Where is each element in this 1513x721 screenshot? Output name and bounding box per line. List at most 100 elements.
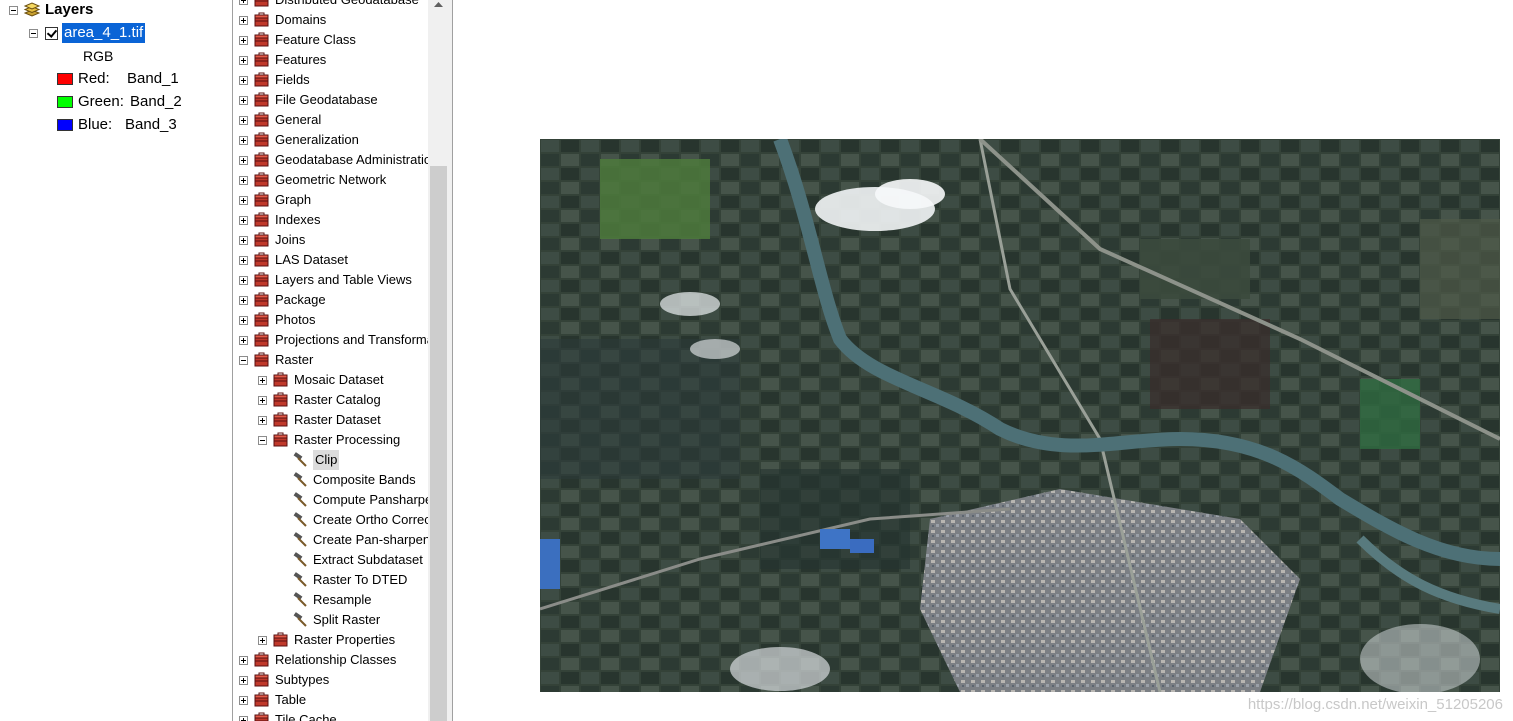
tree-item-label[interactable]: Raster Dataset [294,410,381,430]
expand-icon[interactable] [239,216,248,225]
toolbox-item[interactable]: Relationship Classes [233,650,428,670]
expand-icon[interactable] [239,156,248,165]
toolbox-item[interactable]: Tile Cache [233,710,428,721]
tree-item-label[interactable]: Raster Catalog [294,390,381,410]
vertical-scrollbar[interactable] [428,0,452,721]
tool-item[interactable]: Extract Subdataset [233,550,428,570]
tool-item[interactable]: Compute Pansharpen Weights [233,490,428,510]
toolbox-item[interactable]: General [233,110,428,130]
tree-item-label[interactable]: Domains [275,10,326,30]
toc-layer-row[interactable]: area_4_1.tif [0,23,230,43]
tree-item-label[interactable]: Photos [275,310,315,330]
tree-item-label[interactable]: Graph [275,190,311,210]
expand-icon[interactable] [239,716,248,721]
expand-icon[interactable] [239,656,248,665]
toolbox-item[interactable]: Geometric Network [233,170,428,190]
toolbox-item[interactable]: Package [233,290,428,310]
collapse-icon[interactable] [239,356,248,365]
toolbox-item[interactable]: Raster Dataset [233,410,428,430]
tree-item-label[interactable]: Create Ortho Corrected Raster Dataset [313,510,428,530]
tool-item[interactable]: Clip [233,450,428,470]
layer-visibility-checkbox[interactable] [45,27,58,40]
toolbox-item[interactable]: Graph [233,190,428,210]
tree-item-label[interactable]: Split Raster [313,610,380,630]
expand-icon[interactable] [239,296,248,305]
tree-item-label[interactable]: Relationship Classes [275,650,396,670]
expand-icon[interactable] [258,636,267,645]
expand-icon[interactable] [239,196,248,205]
scrollbar-thumb[interactable] [430,166,447,721]
tool-item[interactable]: Raster To DTED [233,570,428,590]
toolbox-item[interactable]: Subtypes [233,670,428,690]
tree-item-label[interactable]: Layers and Table Views [275,270,412,290]
expand-icon[interactable] [258,376,267,385]
expand-icon[interactable] [239,76,248,85]
toolbox-item[interactable]: Geodatabase Administration [233,150,428,170]
toolbox-item[interactable]: Feature Class [233,30,428,50]
tree-item-label[interactable]: LAS Dataset [275,250,348,270]
toolbox-item[interactable]: Domains [233,10,428,30]
tree-item-label[interactable]: Fields [275,70,310,90]
tree-item-label[interactable]: Raster Processing [294,430,400,450]
expand-icon[interactable] [239,236,248,245]
toolbox-item[interactable]: Mosaic Dataset [233,370,428,390]
toolbox-item[interactable]: Raster Catalog [233,390,428,410]
tree-item-label[interactable]: Feature Class [275,30,356,50]
tree-item-label[interactable]: Joins [275,230,305,250]
expand-icon[interactable] [239,136,248,145]
toolbox-item[interactable]: Fields [233,70,428,90]
toolbox-item[interactable]: File Geodatabase [233,90,428,110]
expand-icon[interactable] [239,16,248,25]
tree-item-label[interactable]: Raster [275,350,313,370]
tree-item-label[interactable]: Raster To DTED [313,570,407,590]
expand-icon[interactable] [239,116,248,125]
tree-item-label[interactable]: Distributed Geodatabase [275,0,419,10]
collapse-icon[interactable] [9,6,18,15]
tool-item[interactable]: Composite Bands [233,470,428,490]
tree-item-label[interactable]: Indexes [275,210,321,230]
tree-item-label[interactable]: Compute Pansharpen Weights [313,490,428,510]
scroll-up-arrow-icon[interactable] [430,0,447,8]
toolbox-item[interactable]: Photos [233,310,428,330]
tree-item-label[interactable]: Table [275,690,306,710]
toolbox-item[interactable]: Indexes [233,210,428,230]
expand-icon[interactable] [239,696,248,705]
toolbox-item[interactable]: Layers and Table Views [233,270,428,290]
tree-item-label[interactable]: Tile Cache [275,710,337,721]
tool-item[interactable]: Create Pan-sharpened Raster Dataset [233,530,428,550]
tool-item[interactable]: Split Raster [233,610,428,630]
expand-icon[interactable] [239,56,248,65]
expand-icon[interactable] [239,276,248,285]
expand-icon[interactable] [258,416,267,425]
expand-icon[interactable] [239,176,248,185]
tree-item-label[interactable]: Generalization [275,130,359,150]
tree-item-label[interactable]: Package [275,290,326,310]
expand-icon[interactable] [239,256,248,265]
tree-item-label[interactable]: Geometric Network [275,170,386,190]
toolbox-item[interactable]: Distributed Geodatabase [233,0,428,10]
tree-item-label[interactable]: Composite Bands [313,470,416,490]
toolbox-item[interactable]: Joins [233,230,428,250]
toolbox-item[interactable]: Features [233,50,428,70]
toolbox-item[interactable]: Raster Processing [233,430,428,450]
expand-icon[interactable] [239,96,248,105]
toolbox-item[interactable]: LAS Dataset [233,250,428,270]
tree-item-label[interactable]: Clip [313,450,340,470]
tree-item-label[interactable]: Projections and Transformations [275,330,428,350]
layer-name[interactable]: area_4_1.tif [62,23,146,43]
toolbox-item[interactable]: Raster [233,350,428,370]
tree-item-label[interactable]: General [275,110,321,130]
tree-item-label[interactable]: Subtypes [275,670,329,690]
map-view[interactable]: https://blog.csdn.net/weixin_51205206 [453,0,1513,721]
tree-item-label[interactable]: Resample [313,590,372,610]
toc-root-row[interactable]: Layers [0,0,230,20]
expand-icon[interactable] [239,0,248,5]
tree-item-label[interactable]: Geodatabase Administration [275,150,428,170]
tree-item-label[interactable]: Create Pan-sharpened Raster Dataset [313,530,428,550]
collapse-icon[interactable] [258,436,267,445]
tree-item-label[interactable]: Raster Properties [294,630,395,650]
toolbox-item[interactable]: Projections and Transformations [233,330,428,350]
tool-item[interactable]: Create Ortho Corrected Raster Dataset [233,510,428,530]
expand-icon[interactable] [239,676,248,685]
toolbox-item[interactable]: Generalization [233,130,428,150]
